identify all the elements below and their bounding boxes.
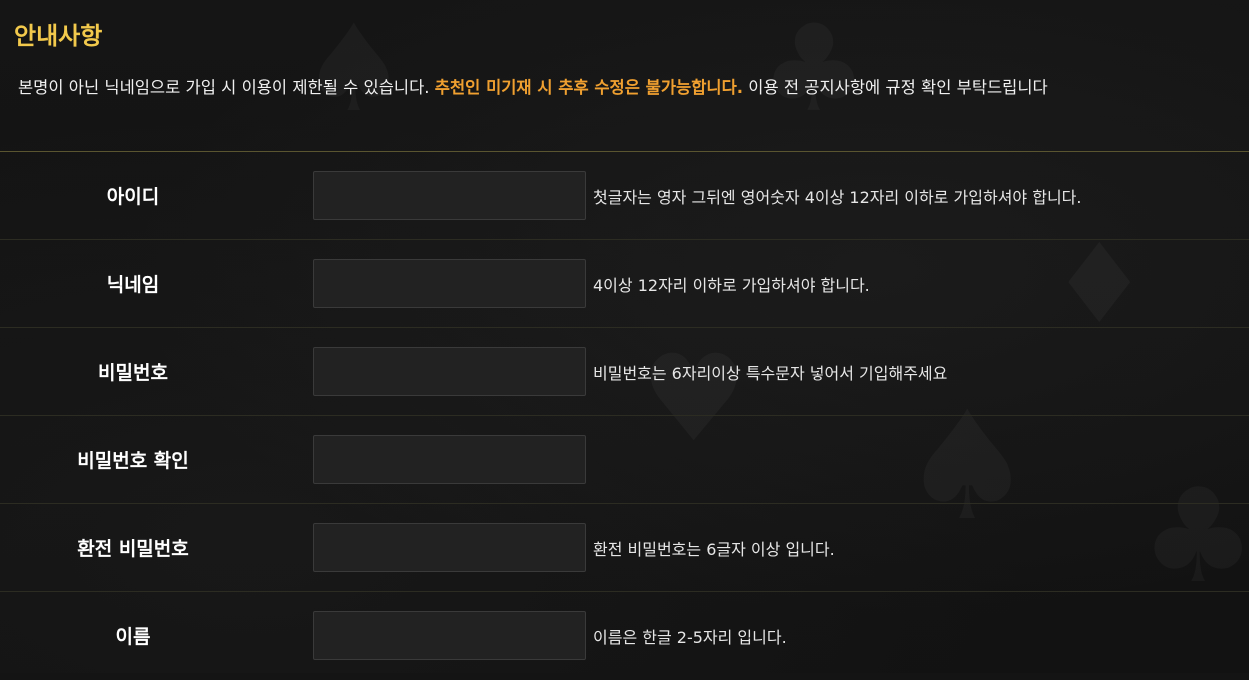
notice-text-normal: 본명이 아닌 닉네임으로 가입 시 이용이 제한될 수 있습니다.	[18, 78, 435, 97]
id-label: 아이디	[106, 186, 160, 208]
field-row-password: 비밀번호 비밀번호는 6자리이상 특수문자 넣어서 기입해주세요	[0, 328, 1249, 416]
password-input[interactable]	[313, 347, 586, 396]
password-confirm-input[interactable]	[313, 435, 586, 484]
nickname-input[interactable]	[313, 259, 586, 308]
password-label: 비밀번호	[98, 362, 168, 384]
field-row-exchange-password: 환전 비밀번호 환전 비밀번호는 6글자 이상 입니다.	[0, 504, 1249, 592]
id-help-text: 첫글자는 영자 그뒤엔 영어숫자 4이상 12자리 이하로 가입하셔야 합니다.	[593, 187, 1082, 207]
field-row-id: 아이디 첫글자는 영자 그뒤엔 영어숫자 4이상 12자리 이하로 가입하셔야 …	[0, 152, 1249, 240]
exchange-password-help-text: 환전 비밀번호는 6글자 이상 입니다.	[593, 539, 835, 559]
nickname-help-text: 4이상 12자리 이하로 가입하셔야 합니다.	[593, 275, 870, 295]
nickname-label: 닉네임	[106, 274, 160, 296]
password-confirm-label: 비밀번호 확인	[77, 450, 189, 472]
signup-form: 안내사항 본명이 아닌 닉네임으로 가입 시 이용이 제한될 수 있습니다. 추…	[0, 0, 1249, 680]
notice-title: 안내사항	[14, 22, 103, 50]
notice-text-normal-end: 이용 전 공지사항에 규정 확인 부탁드립니다	[743, 78, 1048, 97]
field-row-password-confirm: 비밀번호 확인	[0, 416, 1249, 504]
password-help-text: 비밀번호는 6자리이상 특수문자 넣어서 기입해주세요	[593, 363, 948, 383]
name-label: 이름	[115, 626, 151, 648]
field-row-nickname: 닉네임 4이상 12자리 이하로 가입하셔야 합니다.	[0, 240, 1249, 328]
exchange-password-input[interactable]	[313, 523, 586, 572]
exchange-password-label: 환전 비밀번호	[77, 538, 189, 560]
field-row-name: 이름 이름은 한글 2-5자리 입니다.	[0, 592, 1249, 680]
id-input[interactable]	[313, 171, 586, 220]
name-help-text: 이름은 한글 2-5자리 입니다.	[593, 627, 787, 647]
notice-text: 본명이 아닌 닉네임으로 가입 시 이용이 제한될 수 있습니다. 추천인 미기…	[14, 74, 1249, 98]
notice-text-highlight: 추천인 미기재 시 추후 수정은 불가능합니다.	[434, 78, 744, 97]
notice-section: 안내사항 본명이 아닌 닉네임으로 가입 시 이용이 제한될 수 있습니다. 추…	[0, 0, 1249, 152]
name-input[interactable]	[313, 611, 586, 660]
